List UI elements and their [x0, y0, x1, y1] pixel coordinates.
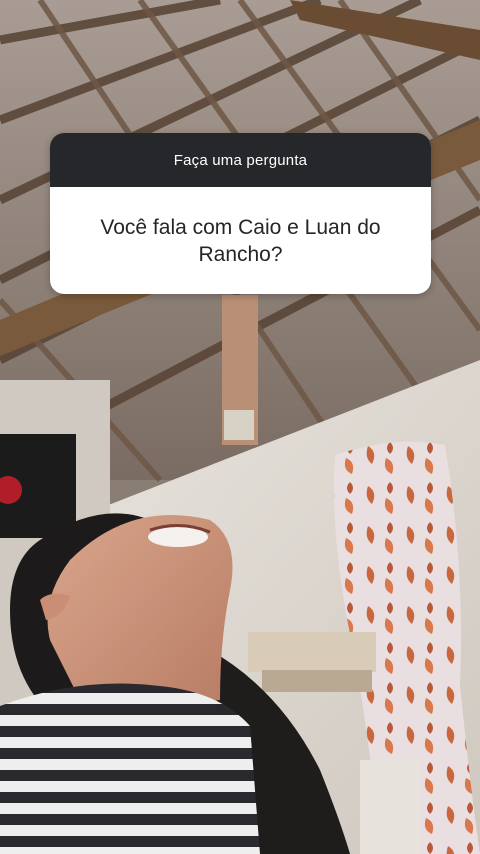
question-sticker-text: Você fala com Caio e Luan do Rancho? [100, 215, 381, 266]
background-photo [0, 0, 480, 854]
question-sticker-prompt: Faça uma pergunta [50, 133, 431, 187]
question-sticker[interactable]: Faça uma pergunta Você fala com Caio e L… [50, 133, 431, 294]
